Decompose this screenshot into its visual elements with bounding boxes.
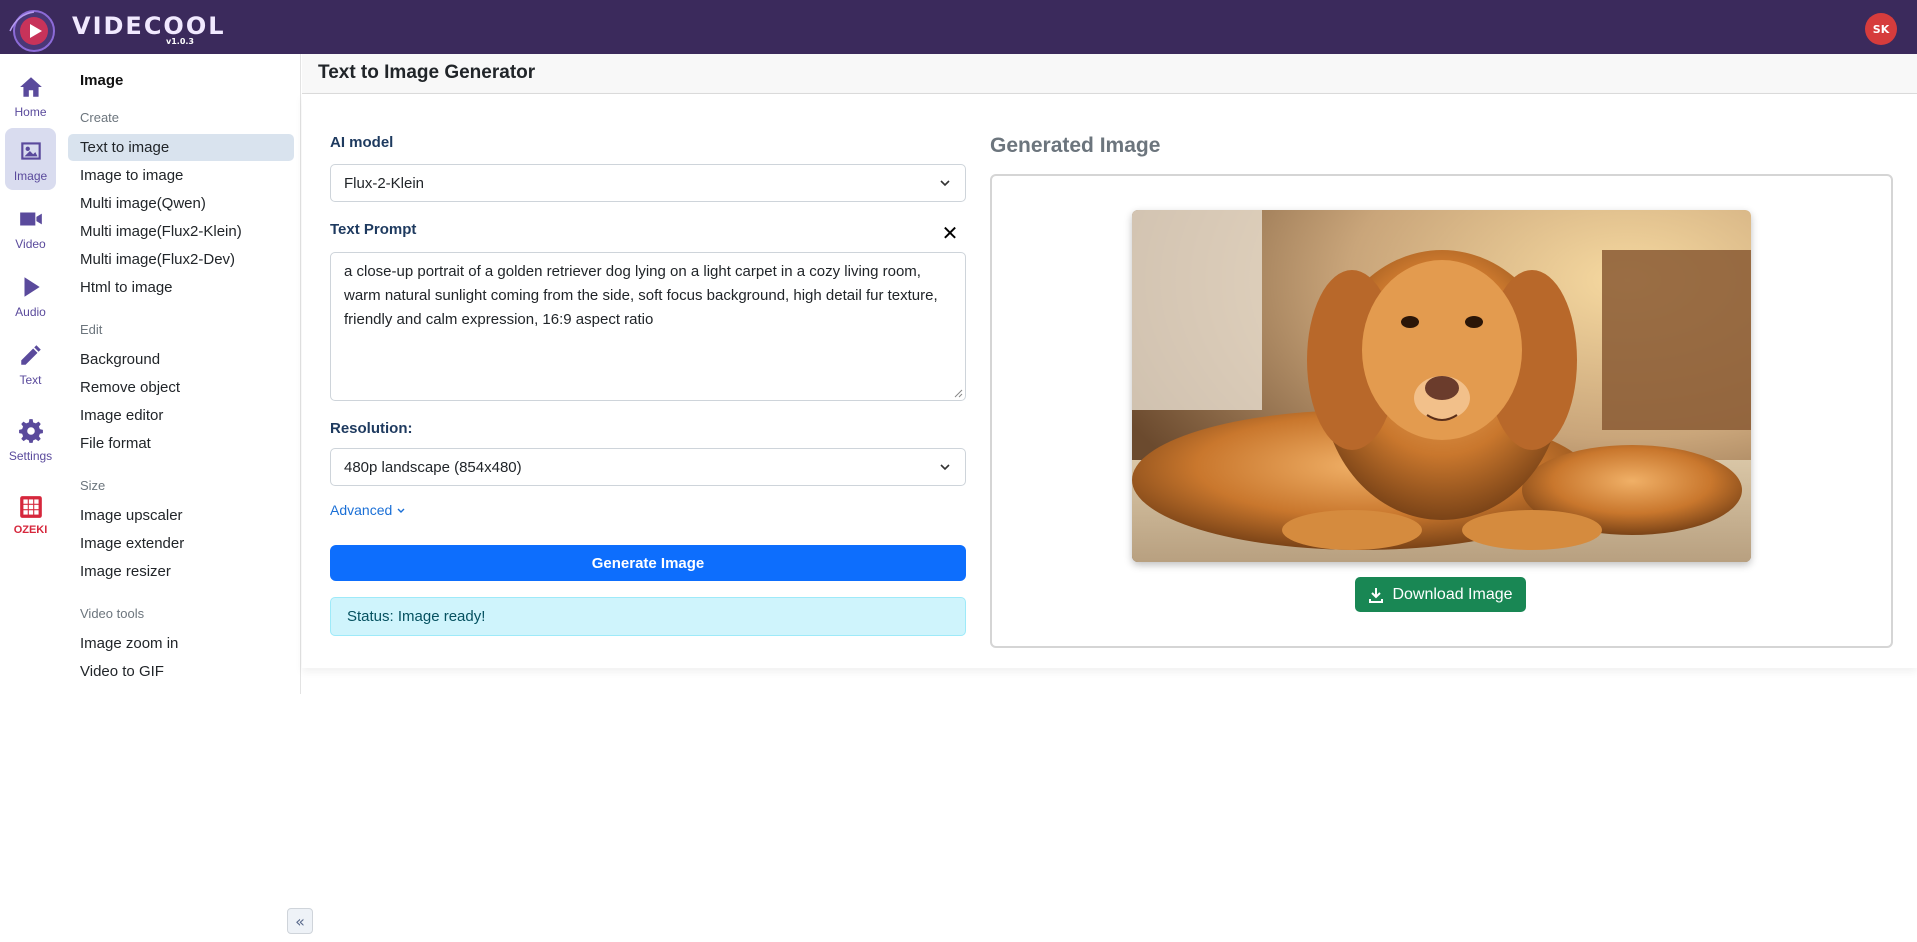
- rail-label-text: Text: [19, 373, 42, 387]
- nav-file-format[interactable]: File format: [68, 430, 294, 457]
- advanced-label: Advanced: [330, 502, 393, 518]
- text-prompt-value: a close-up portrait of a golden retrieve…: [344, 263, 938, 328]
- rail-ozeki[interactable]: OZEKI: [5, 484, 56, 546]
- rail-video[interactable]: Video: [5, 196, 56, 258]
- play-icon: [24, 277, 40, 297]
- advanced-toggle[interactable]: Advanced: [330, 502, 406, 518]
- top-bar: VIDECOOL v1.0.3 SK: [0, 0, 1917, 54]
- rail-label-audio: Audio: [15, 305, 46, 319]
- chevron-down-icon: [940, 464, 950, 471]
- gear-icon: [18, 419, 43, 443]
- nav-video-to-gif[interactable]: Video to GIF: [68, 658, 294, 685]
- ozeki-logo-icon: [19, 496, 42, 518]
- section-edit: Edit: [80, 322, 103, 337]
- section-video-tools: Video tools: [80, 606, 145, 621]
- nav-image-upscaler[interactable]: Image upscaler: [68, 502, 294, 529]
- nav-image-editor[interactable]: Image editor: [68, 402, 294, 429]
- resolution-select[interactable]: 480p landscape (854x480): [330, 448, 966, 486]
- golden-retriever-photo: [1132, 210, 1751, 562]
- rail-label-video: Video: [15, 237, 46, 251]
- pencil-icon: [20, 345, 41, 365]
- resize-handle-icon[interactable]: [954, 389, 963, 398]
- resolution-label: Resolution:: [330, 420, 413, 437]
- nav-html-to-image[interactable]: Html to image: [68, 274, 294, 301]
- nav-background[interactable]: Background: [68, 346, 294, 373]
- status-alert: Status: Image ready!: [330, 597, 966, 636]
- icon-rail: Home Image Video Audio Text Settings OZE…: [0, 54, 60, 942]
- resolution-value: 480p landscape (854x480): [344, 458, 522, 476]
- nav-image-resizer[interactable]: Image resizer: [68, 558, 294, 585]
- generator-card: AI model Flux-2-Klein Text Prompt ✕ a cl…: [302, 94, 1917, 668]
- generate-image-button[interactable]: Generate Image: [330, 545, 966, 581]
- subnav-title: Image: [80, 72, 124, 89]
- rail-image[interactable]: Image: [5, 128, 56, 190]
- image-icon: [20, 142, 41, 160]
- chevron-down-icon: [940, 180, 950, 187]
- text-prompt-input[interactable]: a close-up portrait of a golden retrieve…: [330, 252, 966, 401]
- page-title: Text to Image Generator: [318, 62, 536, 83]
- ai-model-value: Flux-2-Klein: [344, 174, 425, 192]
- chevron-down-icon: [397, 508, 405, 514]
- rail-label-settings: Settings: [8, 449, 53, 463]
- collapse-sidebar-button[interactable]: «: [287, 908, 313, 934]
- video-icon: [19, 212, 42, 226]
- app-version: v1.0.3: [166, 37, 194, 46]
- nav-image-extender[interactable]: Image extender: [68, 530, 294, 557]
- rail-label-ozeki: OZEKI: [13, 524, 48, 536]
- section-size: Size: [80, 478, 106, 493]
- rail-text[interactable]: Text: [5, 332, 56, 394]
- clear-prompt-icon[interactable]: ✕: [941, 221, 959, 245]
- generated-image-title: Generated Image: [990, 134, 1161, 157]
- generated-image[interactable]: [1132, 210, 1751, 562]
- nav-multi-image-qwen[interactable]: Multi image(Qwen): [68, 190, 294, 217]
- rail-label-home: Home: [14, 105, 47, 119]
- brand-name: VIDECOOL: [72, 12, 226, 40]
- ai-model-label: AI model: [330, 134, 394, 151]
- user-avatar[interactable]: SK: [1865, 13, 1897, 45]
- download-image-label: Download Image: [1392, 585, 1513, 603]
- nav-multi-image-flux2-klein[interactable]: Multi image(Flux2-Klein): [68, 218, 294, 245]
- download-image-button[interactable]: Download Image: [1355, 577, 1526, 612]
- rail-settings[interactable]: Settings: [5, 408, 56, 470]
- nav-image-to-image[interactable]: Image to image: [68, 162, 294, 189]
- ai-model-select[interactable]: Flux-2-Klein: [330, 164, 966, 202]
- double-chevron-left-icon: «: [295, 911, 305, 931]
- home-icon: [19, 77, 42, 97]
- page-header: Text to Image Generator: [302, 54, 1917, 94]
- nav-image-zoom-in[interactable]: Image zoom in: [68, 630, 294, 657]
- image-subnav: Image Create Text to image Image to imag…: [60, 54, 301, 694]
- text-prompt-label: Text Prompt: [330, 221, 417, 238]
- rail-audio[interactable]: Audio: [5, 264, 56, 326]
- rail-home[interactable]: Home: [5, 64, 56, 126]
- section-create: Create: [80, 110, 120, 125]
- download-icon: [1369, 587, 1384, 603]
- rail-label-image: Image: [13, 169, 48, 183]
- nav-multi-image-flux2-dev[interactable]: Multi image(Flux2-Dev): [68, 246, 294, 273]
- nav-remove-object[interactable]: Remove object: [68, 374, 294, 401]
- videcool-logo-icon[interactable]: [4, 4, 60, 54]
- nav-text-to-image[interactable]: Text to image: [68, 134, 294, 161]
- generated-image-panel: Download Image: [990, 174, 1893, 648]
